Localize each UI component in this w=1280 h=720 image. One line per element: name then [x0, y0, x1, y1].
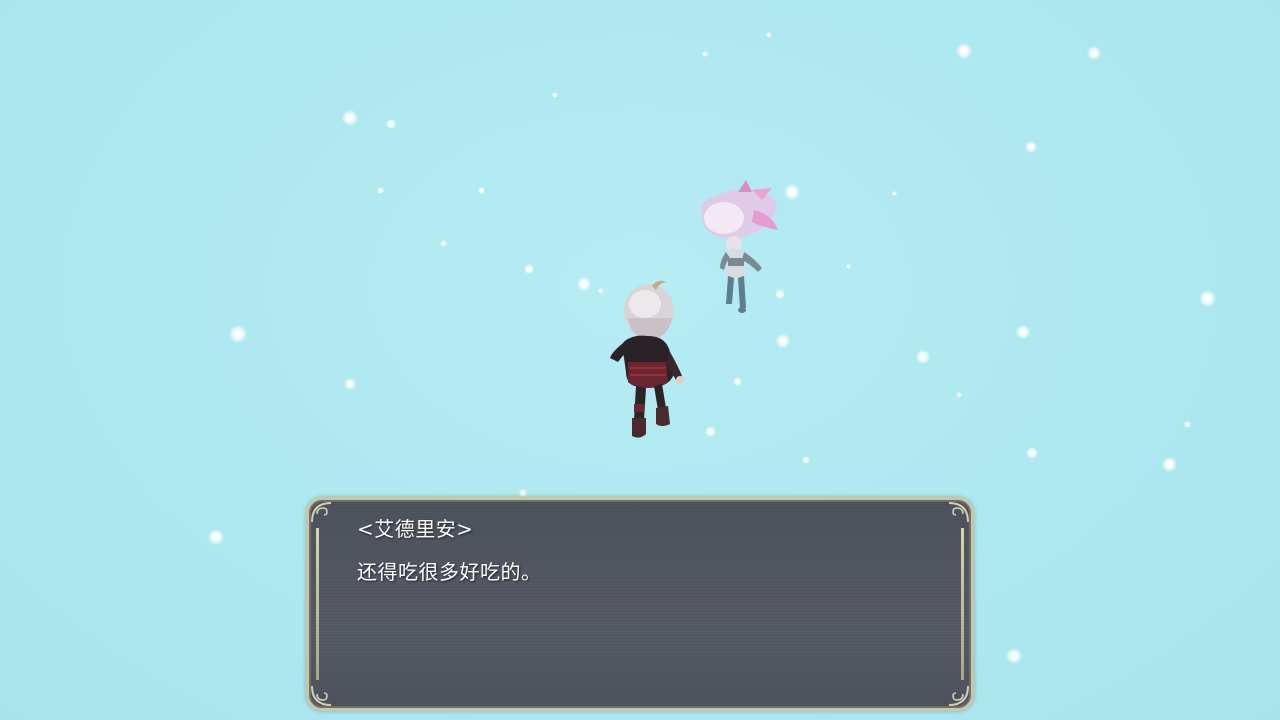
snowflake — [440, 240, 447, 247]
snowflake — [1199, 290, 1216, 307]
snowflake — [705, 426, 716, 437]
snowflake — [208, 529, 224, 545]
snowflake — [702, 51, 708, 57]
snowflake — [956, 43, 972, 59]
ornament-corner-icon — [948, 685, 969, 706]
dialogue-text: 还得吃很多好吃的。 — [357, 560, 542, 584]
ornament-corner-icon — [311, 502, 332, 523]
snowflake — [342, 110, 358, 126]
speaker-name: <艾德里安> — [357, 517, 474, 541]
snowflake — [956, 392, 962, 398]
snowflake — [892, 191, 897, 196]
snowflake — [577, 277, 591, 291]
snowflake — [1025, 141, 1037, 153]
snowflake — [1006, 648, 1022, 664]
snowflake — [916, 350, 930, 364]
snowflake — [1026, 447, 1038, 459]
ornament-corner-icon — [948, 502, 969, 523]
snowflake — [377, 187, 384, 194]
ornament-corner-icon — [311, 685, 332, 706]
snowflake — [478, 187, 485, 194]
snowflake — [802, 456, 810, 464]
dialogue-box[interactable]: <艾德里安> 还得吃很多好吃的。 — [306, 497, 974, 711]
snowflake — [784, 184, 800, 200]
player-character-sprite[interactable] — [600, 278, 692, 442]
snowflake — [344, 378, 356, 390]
snowflake — [386, 119, 396, 129]
snowflake — [552, 92, 558, 98]
game-scene[interactable]: <艾德里安> 还得吃很多好吃的。 — [0, 0, 1280, 720]
snowflake — [776, 334, 790, 348]
snowflake — [1016, 325, 1030, 339]
snowflake — [229, 325, 247, 343]
snowflake — [519, 489, 527, 497]
snowflake — [733, 377, 742, 386]
snowflake — [1087, 46, 1101, 60]
companion-spirit-sprite[interactable] — [692, 180, 784, 316]
snowflake — [1162, 457, 1177, 472]
snowflake — [524, 264, 534, 274]
dialogue-right-rail — [961, 528, 964, 680]
snowflake — [766, 32, 772, 38]
dialogue-left-rail — [316, 528, 319, 680]
snowflake — [1184, 421, 1191, 428]
snowflake — [846, 264, 851, 269]
